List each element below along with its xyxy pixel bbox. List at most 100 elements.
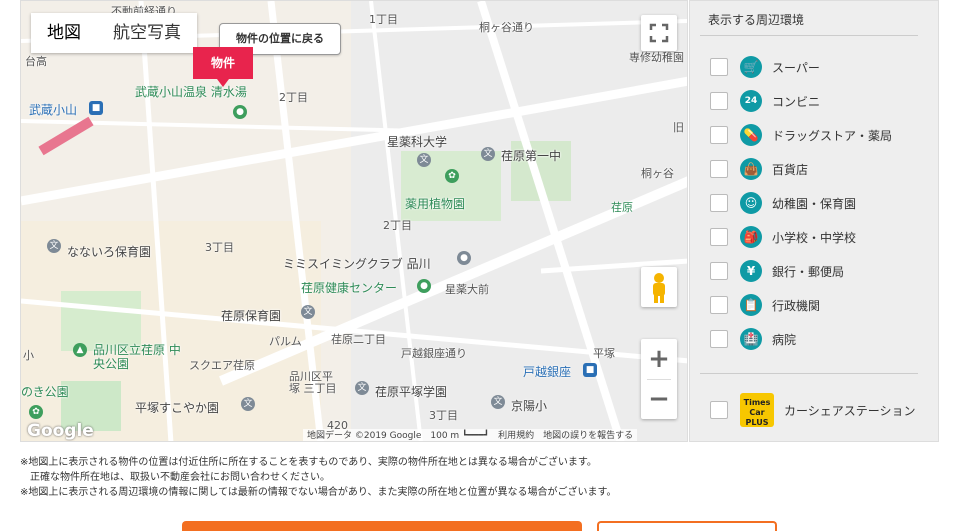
map-label: 2丁目	[383, 219, 412, 232]
school-poi-icon: 文	[241, 397, 255, 411]
map-attribution[interactable]: 地図データ ©2019 Google 100 m ┗━━━┛ 利用規約 地図の誤…	[303, 429, 638, 441]
map-label: のき公園	[21, 385, 69, 399]
map-type-toggle: 地図 航空写真	[31, 13, 197, 53]
filter-kindergarten[interactable]: ☺ 幼稚園・保育園	[710, 192, 856, 214]
map-label: 京陽小	[511, 399, 548, 413]
checkbox[interactable]	[710, 262, 728, 280]
filter-government[interactable]: 📋 行政機関	[710, 294, 820, 316]
map-label: なないろ保育園	[67, 245, 152, 259]
convenience-icon: 24	[740, 90, 762, 112]
disclaimer-line: ※地図上に表示される周辺環境の情報に関しては最新の情報でない場合があり、また実際…	[20, 487, 617, 498]
secondary-action-button[interactable]	[597, 521, 777, 531]
map-label: 荏原二丁目	[331, 333, 386, 346]
map-label: 1丁目	[369, 13, 398, 26]
school-bag-icon: 🎒	[740, 226, 762, 248]
map-label: 荏原	[611, 201, 633, 214]
filter-label: 行政機関	[772, 298, 821, 313]
park-poi-icon: ✿	[29, 405, 43, 419]
train-station-icon: ■	[89, 101, 103, 115]
filter-label: スーパー	[772, 60, 820, 75]
filter-label: 小学校・中学校	[772, 230, 857, 245]
checkbox[interactable]	[710, 58, 728, 76]
filter-car-share[interactable]: Times Car PLUS カーシェアステーション	[710, 393, 916, 427]
pill-icon: 💊	[740, 124, 762, 146]
school-poi-icon: 文	[481, 147, 495, 161]
filter-label: ドラッグストア・薬局	[772, 128, 893, 143]
filter-label: 幼稚園・保育園	[772, 196, 857, 211]
child-icon: ☺	[740, 192, 762, 214]
filter-label: 銀行・郵便局	[772, 264, 845, 279]
tab-satellite[interactable]: 航空写真	[97, 13, 197, 53]
map-label: 品川区立荏原 中央公園	[93, 343, 181, 371]
park-poi-icon: ✿	[445, 169, 459, 183]
filter-department-store[interactable]: 👜 百貨店	[710, 158, 808, 180]
train-station-icon: ■	[583, 363, 597, 377]
divider	[700, 373, 918, 374]
checkbox[interactable]	[710, 296, 728, 314]
property-marker[interactable]: 物件	[193, 47, 253, 87]
divider	[700, 35, 918, 36]
map-label: パルム	[269, 335, 302, 348]
map-poi-marker: ●	[457, 251, 471, 265]
filter-convenience[interactable]: 24 コンビニ	[710, 90, 820, 112]
zoom-divider	[647, 379, 671, 380]
map-poi-marker: ●	[417, 279, 431, 293]
map-label: 薬用植物園	[405, 197, 466, 211]
checkbox[interactable]	[710, 92, 728, 110]
park-poi-icon: ▲	[73, 343, 87, 357]
filter-bank[interactable]: ¥ 銀行・郵便局	[710, 260, 844, 282]
checkbox[interactable]	[710, 228, 728, 246]
checkbox[interactable]	[710, 194, 728, 212]
fullscreen-icon	[649, 23, 669, 43]
checkbox[interactable]	[710, 401, 728, 419]
filter-label: カーシェアステーション	[784, 403, 916, 418]
pegman-icon	[653, 273, 665, 303]
panel-title: 表示する周辺環境	[708, 13, 805, 27]
map-label: 専修幼稚園	[629, 51, 684, 64]
map-label: 旧	[673, 121, 684, 134]
clipboard-icon: 📋	[740, 294, 762, 316]
primary-action-button[interactable]	[182, 521, 582, 531]
map-label: スクエア荏原	[189, 359, 255, 372]
fullscreen-button[interactable]	[641, 15, 677, 51]
filter-label: コンビニ	[772, 94, 821, 109]
street-view-button[interactable]	[641, 267, 677, 307]
map-label: 品川区平塚 三丁目	[289, 370, 337, 395]
school-poi-icon: 文	[417, 153, 431, 167]
checkbox[interactable]	[710, 126, 728, 144]
school-poi-icon: 文	[355, 381, 369, 395]
yen-icon: ¥	[740, 260, 762, 282]
map-label: 3丁目	[205, 241, 234, 254]
tab-map[interactable]: 地図	[31, 13, 97, 53]
map-disclaimer: ※地図上に表示される物件の位置は付近住所に所在することを表すものであり、実際の物…	[20, 455, 616, 500]
zoom-control: + −	[641, 339, 677, 419]
map-label: 平塚すこやか園	[135, 401, 220, 415]
map-label: 台高	[25, 55, 47, 68]
map-label: 2丁目	[279, 91, 308, 104]
filter-school[interactable]: 🎒 小学校・中学校	[710, 226, 856, 248]
filter-supermarket[interactable]: 🛒 スーパー	[710, 56, 820, 78]
map-label: 星薬科大学	[387, 135, 448, 149]
checkbox[interactable]	[710, 330, 728, 348]
hospital-icon: 🏥	[740, 328, 762, 350]
zoom-out-button[interactable]: −	[641, 379, 677, 419]
map-label: 星薬大前	[445, 283, 489, 296]
zoom-in-button[interactable]: +	[641, 339, 677, 379]
map-label: 戸越銀座	[523, 365, 572, 379]
disclaimer-line: 正確な物件所在地は、取扱い不動産会社にお問い合わせください。	[20, 472, 330, 483]
map-label: 武蔵小山温泉 清水湯	[135, 85, 247, 99]
filter-drugstore[interactable]: 💊 ドラッグストア・薬局	[710, 124, 892, 146]
google-logo: Google	[27, 421, 94, 441]
map-label: 戸越銀座通り	[401, 347, 467, 360]
filter-label: 病院	[772, 332, 797, 347]
bag-icon: 👜	[740, 158, 762, 180]
checkbox[interactable]	[710, 160, 728, 178]
times-car-logo: Times Car PLUS	[740, 393, 774, 427]
school-poi-icon: 文	[301, 305, 315, 319]
filter-hospital[interactable]: 🏥 病院	[710, 328, 796, 350]
filter-label: 百貨店	[772, 162, 809, 177]
map-label: 桐ヶ谷	[641, 167, 674, 180]
disclaimer-line: ※地図上に表示される物件の位置は付近住所に所在することを表すものであり、実際の物…	[20, 457, 597, 468]
map-area[interactable]: 台高 不動前経通り 1丁目 桐ヶ谷通り 専修幼稚園 旧 武蔵小山温泉 清水湯 ●…	[20, 0, 688, 442]
map-label: 荏原健康センター	[301, 281, 398, 295]
